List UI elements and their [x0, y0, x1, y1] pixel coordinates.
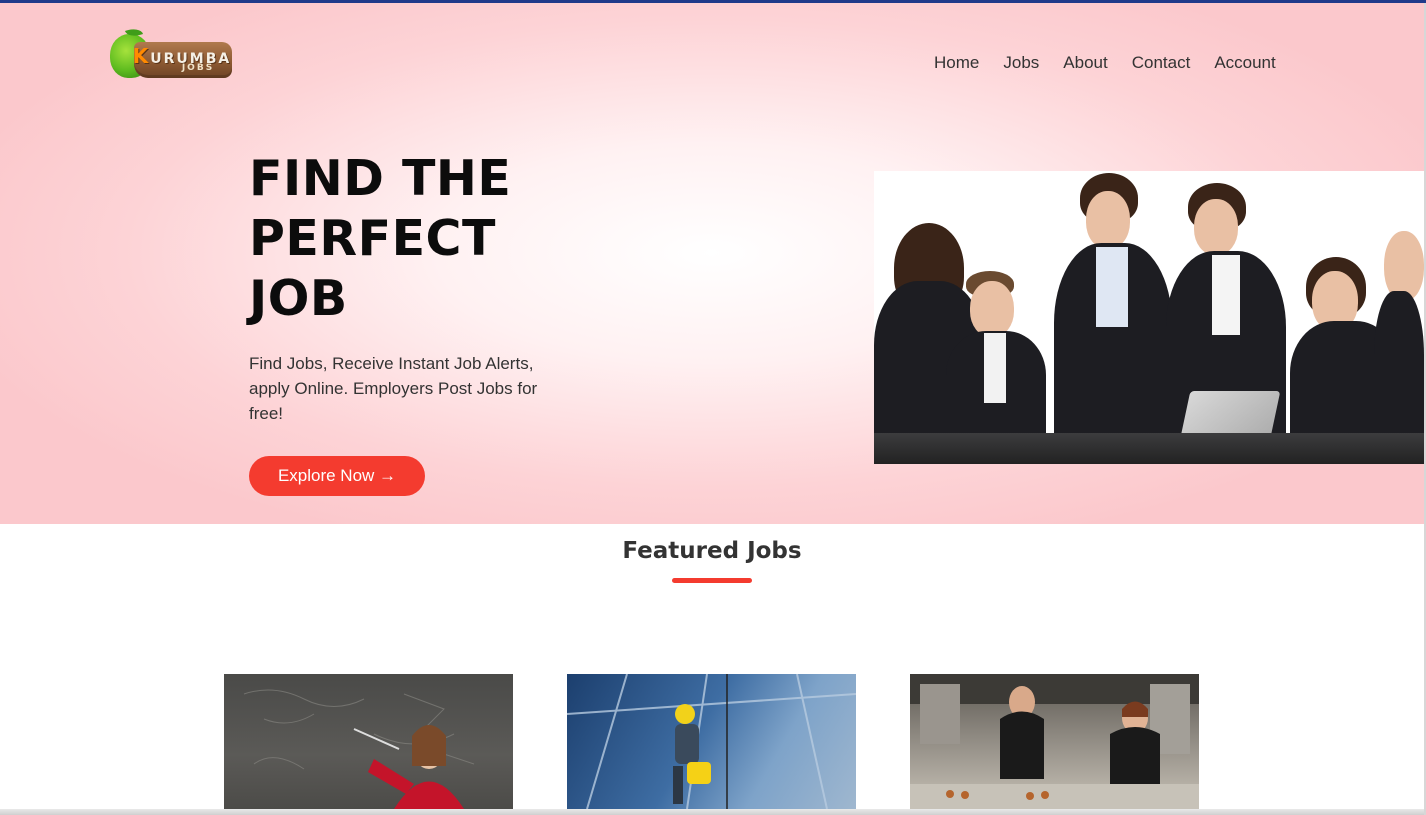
nav-contact[interactable]: Contact — [1120, 53, 1203, 73]
job-card-image[interactable] — [567, 674, 856, 809]
nav-account[interactable]: Account — [1202, 53, 1287, 73]
table-graphic — [874, 433, 1424, 464]
explore-now-button[interactable]: Explore Now → — [249, 456, 425, 496]
business-meeting-image — [874, 171, 1424, 464]
site-logo[interactable]: KURUMBA JOBS — [108, 25, 234, 82]
headline-line: JOB — [249, 270, 348, 327]
title-underline — [672, 578, 752, 583]
logo-subtext: JOBS — [181, 63, 215, 73]
job-card-image[interactable] — [224, 674, 513, 809]
hero-headline: FIND THE PERFECT JOB — [249, 149, 549, 329]
chefs-in-kitchen-image — [910, 674, 1199, 809]
nav-home[interactable]: Home — [922, 53, 991, 73]
window-cleaner-image — [567, 674, 856, 809]
hero-section: KURUMBA JOBS Home Jobs About Contact Acc… — [0, 3, 1424, 524]
job-card-image[interactable] — [910, 674, 1199, 809]
headline-line: FIND THE — [249, 150, 512, 207]
horizontal-scrollbar[interactable] — [0, 809, 1424, 815]
hero-subtext: Find Jobs, Receive Instant Job Alerts, a… — [249, 354, 538, 423]
teacher-at-chalkboard-image — [243, 689, 475, 809]
main-nav: Home Jobs About Contact Account — [922, 53, 1288, 73]
featured-jobs-title: Featured Jobs — [622, 538, 802, 564]
nav-about[interactable]: About — [1051, 53, 1119, 73]
nav-jobs[interactable]: Jobs — [991, 53, 1051, 73]
headline-line: PERFECT — [249, 210, 496, 267]
